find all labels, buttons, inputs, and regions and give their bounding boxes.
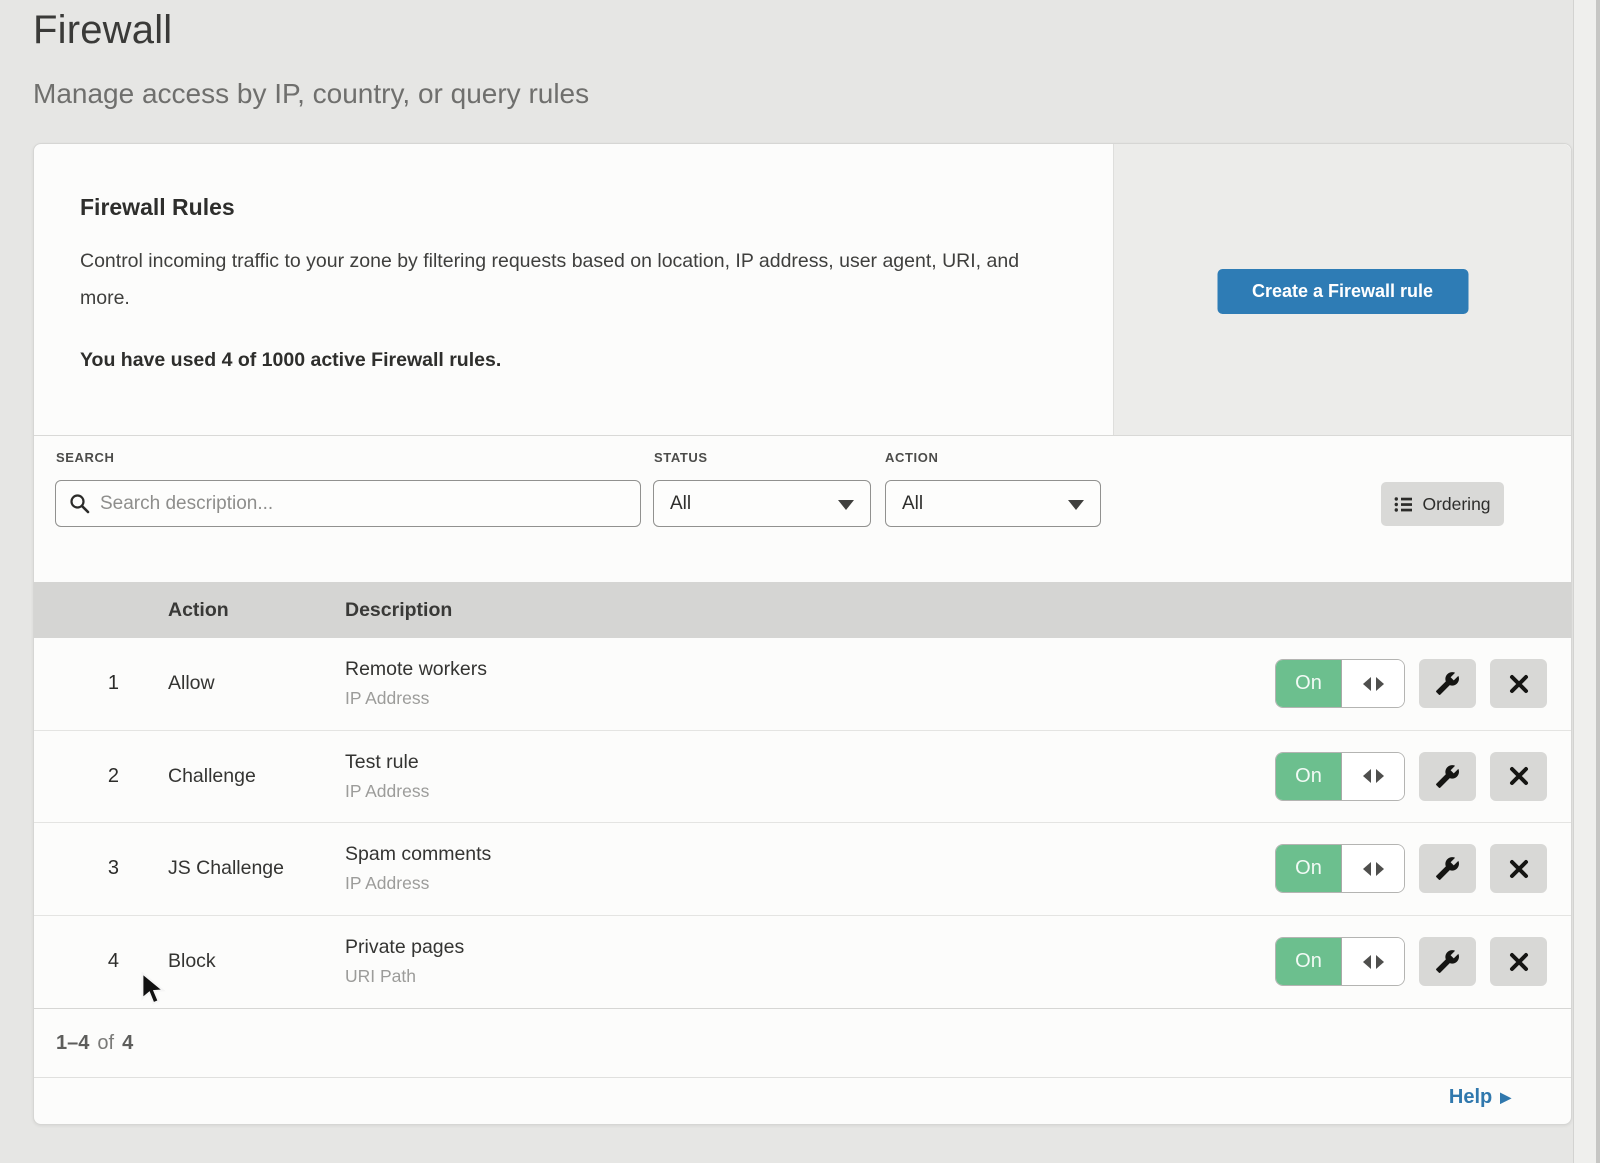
rule-description: Spam comments IP Address [345, 843, 1275, 894]
table-header: Action Description [34, 582, 1571, 638]
table-row: 4 Block Private pages URI Path On [34, 916, 1571, 1009]
toggle-on-label[interactable]: On [1276, 753, 1342, 800]
rule-number: 4 [34, 950, 119, 973]
table-row: 2 Challenge Test rule IP Address On [34, 731, 1571, 824]
rule-action: Challenge [168, 765, 345, 788]
x-icon [1507, 764, 1531, 788]
pagination-total: 4 [122, 1032, 133, 1055]
x-icon [1507, 672, 1531, 696]
intro-section: Firewall Rules Control incoming traffic … [34, 144, 1571, 436]
toggle-on-label[interactable]: On [1276, 938, 1342, 985]
rule-match-type: URI Path [345, 966, 1275, 987]
wrench-icon [1435, 856, 1460, 881]
x-icon [1507, 857, 1531, 881]
rule-number: 2 [34, 765, 119, 788]
ordered-list-icon [1394, 496, 1413, 513]
usage-summary: You have used 4 of 1000 active Firewall … [80, 349, 1053, 372]
delete-rule-button[interactable] [1490, 937, 1547, 986]
rule-description: Remote workers IP Address [345, 658, 1275, 709]
edit-rule-button[interactable] [1419, 752, 1476, 801]
wrench-icon [1435, 764, 1460, 789]
column-header-action: Action [168, 582, 229, 638]
intro-text-block: Firewall Rules Control incoming traffic … [34, 144, 1113, 435]
filters-section: SEARCH STATUS All ACTION All [34, 436, 1571, 582]
edit-rule-button[interactable] [1419, 937, 1476, 986]
edit-rule-button[interactable] [1419, 844, 1476, 893]
status-selected-value: All [670, 493, 691, 515]
create-firewall-rule-button[interactable]: Create a Firewall rule [1217, 269, 1468, 314]
rule-controls: On [1275, 844, 1547, 893]
rule-action: JS Challenge [168, 857, 345, 880]
pagination-range: 1–4 [56, 1032, 89, 1055]
delete-rule-button[interactable] [1490, 659, 1547, 708]
search-input[interactable] [55, 480, 641, 527]
wrench-icon [1435, 949, 1460, 974]
table-row: 1 Allow Remote workers IP Address On [34, 638, 1571, 731]
rule-match-type: IP Address [345, 873, 1275, 894]
left-right-arrows-icon[interactable] [1342, 753, 1404, 800]
rule-controls: On [1275, 659, 1547, 708]
rule-match-type: IP Address [345, 688, 1275, 709]
rule-enabled-toggle[interactable]: On [1275, 752, 1405, 801]
left-right-arrows-icon[interactable] [1342, 938, 1404, 985]
help-link[interactable]: Help ▶ [1449, 1086, 1511, 1109]
left-right-arrows-icon[interactable] [1342, 845, 1404, 892]
delete-rule-button[interactable] [1490, 752, 1547, 801]
rule-controls: On [1275, 937, 1547, 986]
action-label: ACTION [885, 450, 938, 465]
left-right-arrows-icon[interactable] [1342, 660, 1404, 707]
action-select[interactable]: All [885, 480, 1101, 527]
rule-action: Allow [168, 672, 345, 695]
rule-description-title: Remote workers [345, 658, 1275, 681]
card-heading: Firewall Rules [80, 194, 1053, 221]
action-selected-value: All [902, 493, 923, 515]
chevron-right-icon: ▶ [1500, 1089, 1511, 1106]
help-link-label: Help [1449, 1086, 1492, 1109]
rule-number: 1 [34, 672, 119, 695]
status-label: STATUS [654, 450, 708, 465]
search-label: SEARCH [56, 450, 115, 465]
status-select[interactable]: All [653, 480, 871, 527]
rule-description-title: Private pages [345, 936, 1275, 959]
rule-description: Private pages URI Path [345, 936, 1275, 987]
rule-match-type: IP Address [345, 781, 1275, 802]
window-right-gutter [1573, 0, 1600, 1163]
rule-number: 3 [34, 857, 119, 880]
rule-description: Test rule IP Address [345, 751, 1275, 802]
rule-description-title: Spam comments [345, 843, 1275, 866]
chevron-down-icon [838, 500, 854, 510]
rule-action: Block [168, 950, 345, 973]
column-header-description: Description [345, 582, 452, 638]
delete-rule-button[interactable] [1490, 844, 1547, 893]
page-subtitle: Manage access by IP, country, or query r… [33, 78, 589, 110]
rule-enabled-toggle[interactable]: On [1275, 844, 1405, 893]
toggle-on-label[interactable]: On [1276, 660, 1342, 707]
rule-controls: On [1275, 752, 1547, 801]
pagination-bar: 1–4 of 4 [34, 1008, 1571, 1077]
ordering-button[interactable]: Ordering [1381, 482, 1504, 526]
page-title: Firewall [33, 8, 172, 53]
table-row: 3 JS Challenge Spam comments IP Address … [34, 823, 1571, 916]
x-icon [1507, 950, 1531, 974]
edit-rule-button[interactable] [1419, 659, 1476, 708]
rule-enabled-toggle[interactable]: On [1275, 659, 1405, 708]
rules-list: 1 Allow Remote workers IP Address On [34, 638, 1571, 1008]
toggle-on-label[interactable]: On [1276, 845, 1342, 892]
search-icon [69, 493, 90, 514]
card-description: Control incoming traffic to your zone by… [80, 243, 1040, 317]
wrench-icon [1435, 671, 1460, 696]
chevron-down-icon [1068, 500, 1084, 510]
pagination-of: of [97, 1032, 114, 1055]
search-field-wrap [55, 480, 641, 527]
card-footer: Help ▶ [34, 1077, 1571, 1125]
firewall-rules-card: Firewall Rules Control incoming traffic … [33, 143, 1572, 1125]
rule-description-title: Test rule [345, 751, 1275, 774]
firewall-page: Firewall Manage access by IP, country, o… [0, 0, 1600, 1163]
ordering-button-label: Ordering [1422, 494, 1490, 515]
rule-enabled-toggle[interactable]: On [1275, 937, 1405, 986]
create-rule-panel: Create a Firewall rule [1113, 144, 1571, 435]
